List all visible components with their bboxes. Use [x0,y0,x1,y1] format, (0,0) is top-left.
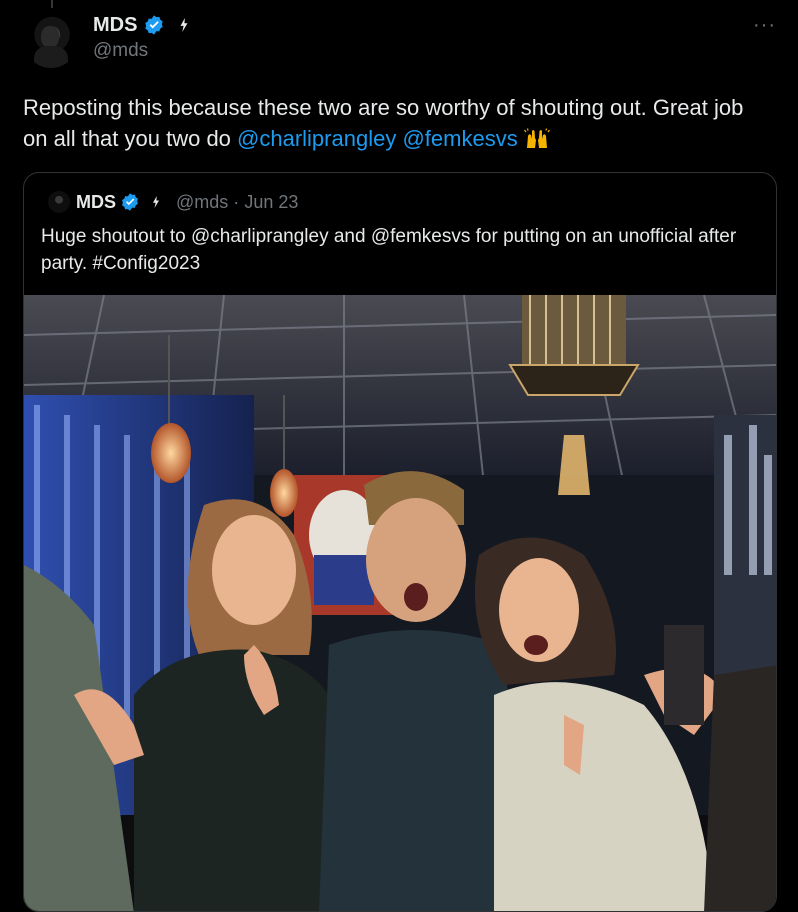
quoted-author-avatar [48,191,70,213]
party-photo-illustration [24,295,776,911]
quoted-author-name: MDS [76,191,116,212]
author-avatar[interactable] [24,14,78,68]
quoted-post-text: Huge shoutout to @charliprangley and @fe… [41,226,737,274]
affiliation-icon [153,196,159,208]
post-text: Reposting this because these two are so … [23,92,773,154]
thread-connector [51,0,53,8]
author-name[interactable]: MDS [93,14,137,37]
affiliation-icon [180,18,188,32]
mention-charliprangley[interactable]: @charliprangley [237,126,396,151]
quoted-post[interactable]: MDS @mds · Jun 23 Huge shoutout to @char… [23,172,777,912]
author-block: MDS @mds [93,13,191,62]
verified-badge-icon [122,193,138,211]
verified-badge-icon [145,15,164,35]
more-options-button[interactable]: ··· [753,14,776,37]
author-handle[interactable]: @mds [93,40,191,62]
quoted-post-header: MDS @mds · Jun 23 [48,190,298,214]
mention-femkesvs[interactable]: @femkesvs [402,126,517,151]
quoted-post-date: Jun 23 [244,191,299,212]
raising-hands-icon [523,128,550,148]
quoted-post-photo[interactable] [24,295,776,911]
quoted-author-handle: @mds · Jun 23 [176,191,299,212]
